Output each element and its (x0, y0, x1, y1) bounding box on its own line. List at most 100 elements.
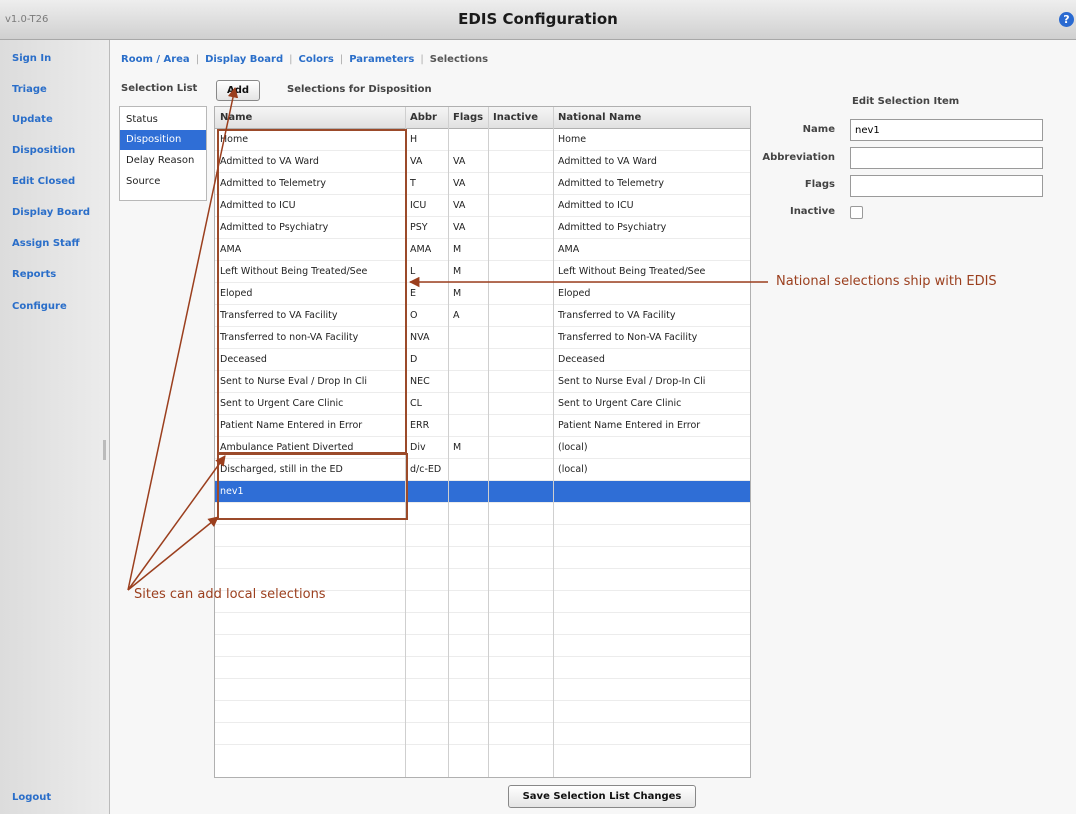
empty-row (215, 657, 750, 679)
column-header-national-name[interactable]: National Name (553, 107, 750, 129)
cell-abbr: H (410, 134, 418, 145)
cell-abbr: T (410, 178, 416, 189)
sidebar-item-configure[interactable]: Configure (12, 301, 67, 312)
selection-list: Status Disposition Delay Reason Source (119, 106, 207, 201)
empty-row (215, 591, 750, 613)
table-row[interactable]: Admitted to Psychiatry PSY VA Admitted to P… (215, 217, 750, 239)
tab-display-board[interactable]: Display Board (205, 54, 283, 65)
cell-national: Home (558, 134, 587, 145)
cell-abbr: Div (410, 442, 426, 453)
table-row[interactable]: Discharged, still in the ED d/c-ED (local) (215, 459, 750, 481)
tab-colors[interactable]: Colors (298, 54, 333, 65)
help-icon[interactable]: ? (1059, 12, 1074, 27)
sidebar-item-update[interactable]: Update (12, 114, 53, 125)
sidebar-item-triage[interactable]: Triage (12, 84, 47, 95)
save-selection-list-button[interactable]: Save Selection List Changes (508, 785, 696, 808)
table-row[interactable]: Transferred to non-VA Facility NVA Transfe… (215, 327, 750, 349)
sidebar-item-sign-in[interactable]: Sign In (12, 53, 51, 64)
cell-inactive (488, 349, 553, 371)
cell-inactive (488, 173, 553, 195)
flags-field[interactable] (850, 175, 1043, 197)
selection-list-item[interactable]: Disposition (120, 130, 206, 150)
table-row[interactable]: AMA AMA M AMA (215, 239, 750, 261)
cell-flags: M (453, 266, 462, 277)
table-row[interactable]: Ambulance Patient Diverted Div M (local) (215, 437, 750, 459)
tab-parameters[interactable]: Parameters (349, 54, 414, 65)
logout-link[interactable]: Logout (12, 792, 51, 803)
cell-abbr: AMA (410, 244, 432, 255)
cell-name: Admitted to ICU (220, 200, 296, 211)
cell-inactive (488, 415, 553, 437)
table-row[interactable]: Home H Home (215, 129, 750, 151)
cell-inactive (488, 283, 553, 305)
selection-list-item[interactable]: Status (120, 110, 206, 130)
selections-grid: Name Abbr Flags Inactive National Name H… (214, 106, 751, 778)
cell-name: Discharged, still in the ED (220, 464, 343, 475)
table-row[interactable]: Eloped E M Eloped (215, 283, 750, 305)
cell-abbr: O (410, 310, 418, 321)
sidebar-item-display-board[interactable]: Display Board (12, 207, 90, 218)
cell-national: Sent to Nurse Eval / Drop-In Cli (558, 376, 706, 387)
table-row[interactable]: Sent to Nurse Eval / Drop In Cli NEC Sent … (215, 371, 750, 393)
cell-national: Admitted to Psychiatry (558, 222, 667, 233)
cell-inactive (488, 261, 553, 283)
table-row[interactable]: Admitted to ICU ICU VA Admitted to ICU (215, 195, 750, 217)
inactive-checkbox[interactable] (850, 206, 863, 219)
cell-inactive (488, 195, 553, 217)
abbreviation-label: Abbreviation (762, 152, 835, 163)
cell-flags: M (453, 244, 462, 255)
cell-name: Eloped (220, 288, 253, 299)
table-row[interactable]: Admitted to VA Ward VA VA Admitted to VA Wa… (215, 151, 750, 173)
splitter-handle[interactable] (103, 440, 106, 460)
cell-abbr: L (410, 266, 416, 277)
table-row[interactable]: Patient Name Entered in Error ERR Patient … (215, 415, 750, 437)
cell-abbr: D (410, 354, 418, 365)
table-row[interactable]: Transferred to VA Facility O A Transferred … (215, 305, 750, 327)
cell-national (553, 481, 750, 503)
edit-selection-panel: Edit Selection Item Name Abbreviation Fl… (750, 40, 1076, 240)
cell-abbr: ERR (410, 420, 430, 431)
cell-name: nev1 (220, 486, 244, 497)
cell-national: Sent to Urgent Care Clinic (558, 398, 682, 409)
sidebar-item-assign-staff[interactable]: Assign Staff (12, 238, 80, 249)
cell-flags (448, 129, 488, 151)
column-header-abbr[interactable]: Abbr (405, 107, 448, 129)
cell-abbr (405, 481, 448, 503)
tab-room-area[interactable]: Room / Area (121, 54, 190, 65)
cell-name: Admitted to VA Ward (220, 156, 319, 167)
sidebar-item-reports[interactable]: Reports (12, 269, 56, 280)
selection-list-item[interactable]: Delay Reason (120, 151, 206, 171)
grid-header: Name Abbr Flags Inactive National Name (215, 107, 750, 129)
name-field[interactable] (850, 119, 1043, 141)
empty-row (215, 569, 750, 591)
table-row[interactable]: Left Without Being Treated/See L M Left Wit… (215, 261, 750, 283)
table-row[interactable]: Sent to Urgent Care Clinic CL Sent to Urge… (215, 393, 750, 415)
table-row[interactable]: Admitted to Telemetry T VA Admitted to Tele… (215, 173, 750, 195)
column-header-flags[interactable]: Flags (448, 107, 488, 129)
add-button[interactable]: Add (216, 80, 260, 101)
column-header-name[interactable]: Name (215, 107, 405, 129)
title-bar: v1.0-T26 EDIS Configuration ? (0, 0, 1076, 40)
cell-inactive (488, 393, 553, 415)
cell-inactive (488, 129, 553, 151)
app-title: EDIS Configuration (458, 10, 618, 28)
table-row[interactable]: Deceased D Deceased (215, 349, 750, 371)
column-header-inactive[interactable]: Inactive (488, 107, 553, 129)
selection-list-item[interactable]: Source (120, 172, 206, 192)
empty-row (215, 547, 750, 569)
abbreviation-field[interactable] (850, 147, 1043, 169)
cell-national: AMA (558, 244, 580, 255)
cell-inactive (488, 217, 553, 239)
tab-selections[interactable]: Selections (430, 54, 488, 65)
cell-name: Left Without Being Treated/See (220, 266, 368, 277)
cell-name: Ambulance Patient Diverted (220, 442, 354, 453)
sidebar-item-disposition[interactable]: Disposition (12, 145, 75, 156)
empty-row (215, 723, 750, 745)
table-row[interactable]: nev1 (215, 481, 750, 503)
cell-abbr: NVA (410, 332, 430, 343)
cell-inactive (488, 371, 553, 393)
cell-flags: VA (453, 222, 466, 233)
selections-for-label: Selections for Disposition (287, 84, 432, 95)
cell-flags (448, 393, 488, 415)
sidebar-item-edit-closed[interactable]: Edit Closed (12, 176, 75, 187)
